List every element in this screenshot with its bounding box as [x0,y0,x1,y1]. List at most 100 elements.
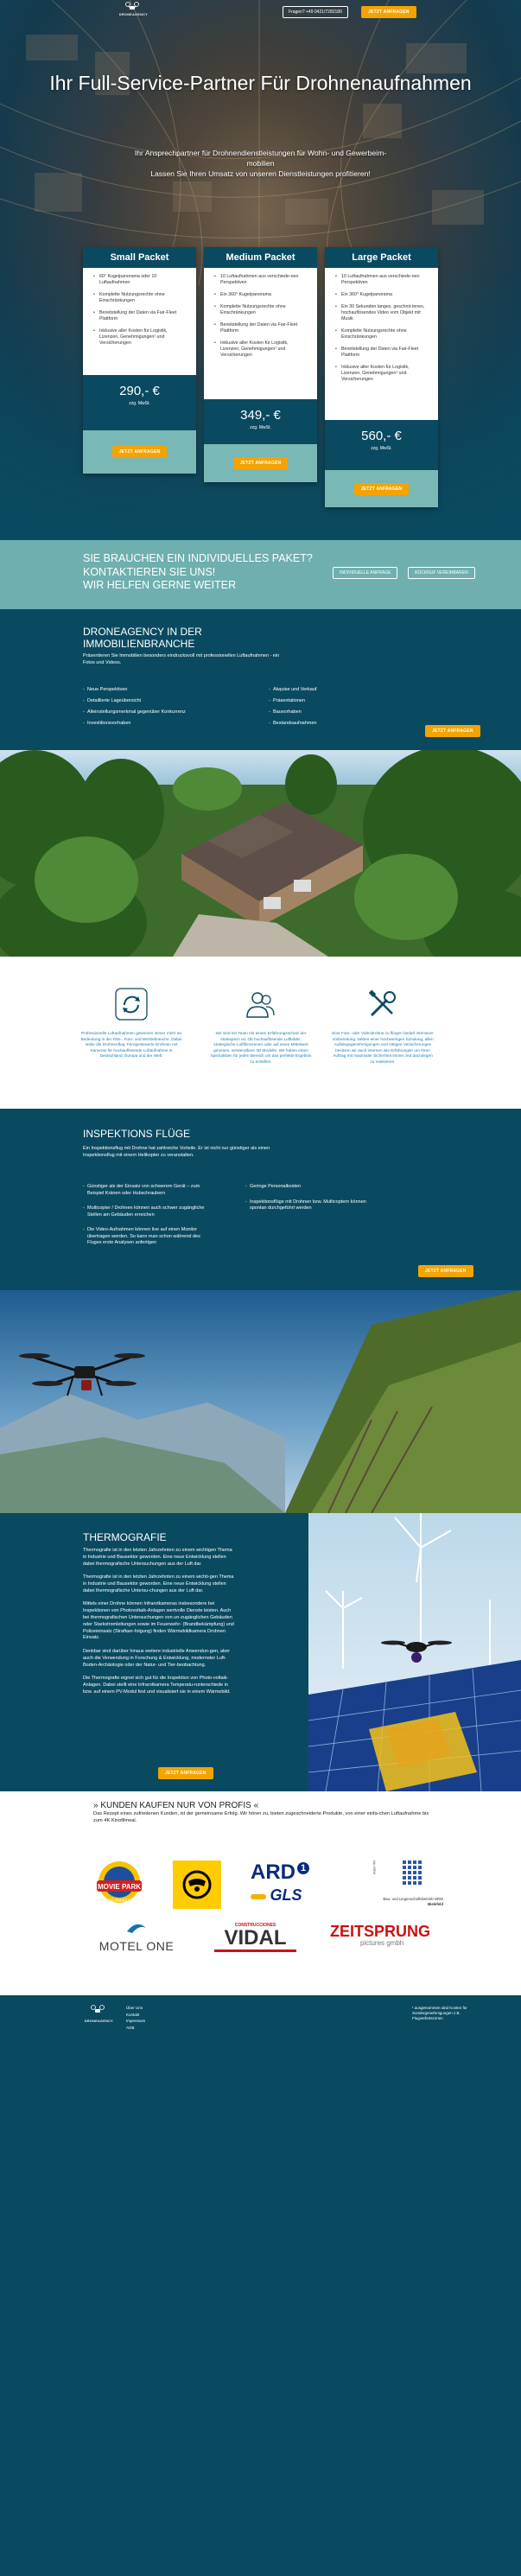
list-item: Präsentationen [269,698,316,704]
hero-section: DRONEAGENCY Fragen? +49 0421/7282180 JET… [0,0,521,540]
tools-icon [368,989,396,1017]
ard-logo: ARD 1 [251,1862,320,1883]
feature-text-preparation: Eine Foto- oder Videodrohne zu fliegen b… [332,1031,434,1064]
movie-park-subtext: GERMANY [108,1899,130,1904]
ard-gls-logos: ARD 1 GLS [251,1862,320,1905]
list-item: Die Video-Aufnahmen können live auf eine… [83,1227,213,1247]
paragraph: Die Thermografie eignet sich gut für die… [83,1676,231,1695]
pricing-feature: Komplette Nutzungsrechte ohne Einschränk… [214,304,307,316]
real-estate-request-button[interactable]: JETZT ANFRAGEN [425,725,480,737]
drone-illustration [0,1290,521,1513]
paragraph: Thermografie ist in den letzten Jahrzehn… [83,1574,234,1593]
price-box: 349,- € zzg. MwSt. [204,399,317,444]
site-logo[interactable]: DRONEAGENCY [119,2,149,16]
inspection-section: INSPEKTIONS FLÜGE Ein Inspektionsflug mi… [0,1109,521,1290]
real-estate-lead: Präsentieren Sie Immobilien besonders ei… [83,653,280,665]
hero-subtitle-line2: Lassen Sie Ihren Umsatz von unseren Dien… [150,169,371,178]
pricing-small-request-button[interactable]: JETZT ANFRAGEN [111,446,168,458]
pricing-feature: Komplette Nutzungsrechte ohne Einschränk… [93,292,186,304]
callback-button[interactable]: RÜCKRUF VEREINBAREN [408,567,475,579]
zeitsprung-word: ZEITSPRUNG [330,1923,431,1940]
pricing-medium-request-button[interactable]: JETZT ANFRAGEN [232,457,289,469]
team-icon [246,992,275,1018]
zeitsprung-subtext: pictures gmbh [360,1939,404,1947]
pricing-card-title: Medium Packet [204,247,317,268]
pricing-card-medium: Medium Packet 10 Luftaufnahmen aus versc… [204,247,317,482]
zeitsprung-text: ZEITSPRUNG [330,1924,434,1939]
footer-link-imprint[interactable]: Impressum [126,2018,145,2025]
customers-lead: Das Rezept eines zufriedenen Kunden, ist… [93,1811,429,1823]
pricing-feature: Bereitstellung der Daten via Fair-Fleet … [335,347,428,359]
footer-note: ¹ ausgenommen sind Kosten für Sondergene… [412,2006,467,2020]
customers-title: » KUNDEN KAUFEN NUR VON PROFIS « [93,1801,259,1810]
list-item: Neue Perspektiven [83,687,186,693]
house-aerial-photo [0,750,521,957]
feature-text-team: Wir sind ein Team mit einem Erfahrungssc… [210,1031,312,1064]
pricing-card-small: Small Packet 60° Kugelpanorama oder 10 L… [83,247,196,474]
pricing-feature-list: 60° Kugelpanorama oder 10 Luftaufnahmen … [83,268,196,347]
price-note: zzg. MwSt. [371,446,392,451]
pricing-large-request-button[interactable]: JETZT ANFRAGEN [353,483,410,495]
features-section: Professionelle Luftaufnahmen gewinnen im… [0,957,521,1109]
footer-logo[interactable]: DRONEAGENCY [85,2004,114,2023]
price-box: 290,- € zzg. MwSt. [83,375,196,430]
individual-line2: KONTAKTIEREN SIE UNS! [83,565,216,578]
price-value: 349,- € [240,408,281,423]
top-bar: DRONEAGENCY Fragen? +49 0421/7282180 JET… [0,0,521,24]
pricing-feature: Inklusive aller Kosten für Logistik, Liz… [335,365,428,383]
list-item: Detaillierte Lageübersicht [83,698,186,704]
paragraph: Thermografie ist in den letzten Jahrzehn… [83,1548,232,1567]
blb-city: Bielefeld [428,1902,443,1906]
house-illustration [0,750,521,957]
list-item: Investitionsvorhaben [83,721,186,727]
real-estate-list-right: Akquise und Verkauf Präsentationen Bauvo… [269,687,316,732]
pricing-feature: Ein 30 Sekunden langes, geschnit-tenes, … [335,304,428,322]
footer-link-about[interactable]: Über Uns [126,2005,145,2012]
footer-logo-text: DRONEAGENCY [85,2019,114,2023]
pricing-feature: Bereitstellung der Daten via Fair-Fleet … [214,322,307,334]
ard-text: ARD [251,1860,295,1884]
price-value: 290,- € [119,384,160,398]
phone-button[interactable]: Fragen? +49 0421/7282180 [283,6,348,18]
footer-link-contact[interactable]: Kontakt [126,2012,145,2019]
price-box: 560,- € zzg. MwSt. [325,420,438,470]
list-item: Geringe Personalkosten [245,1184,375,1191]
real-estate-title-line2: IMMOBILIENBRANCHE [83,638,195,650]
hero-title: Ihr Full-Service-Partner Für Drohnenaufn… [49,72,472,94]
pricing-card-footer: JETZT ANFRAGEN [204,444,317,482]
thermography-text: Thermografie ist in den letzten Jahrzehn… [83,1548,237,1702]
gls-logo: GLS [251,1886,320,1905]
inspection-request-button[interactable]: JETZT ANFRAGEN [418,1265,473,1277]
footer: DRONEAGENCY Über Uns Kontakt Impressum A… [0,1995,521,2036]
hero-subtitle-line1: Ihr Ansprechpartner für Drohnendienstlei… [134,149,387,168]
list-item: Bauvorhaben [269,709,316,716]
individual-line3: WIR HELFEN GERNE WEITER [83,579,237,591]
footer-links: Über Uns Kontakt Impressum AGB [126,2005,145,2031]
header-request-button[interactable]: JETZT ANFRAGEN [361,6,416,18]
inspection-list-right: Geringe Personalkosten Inspektionsflüge … [245,1184,375,1221]
individual-request-button[interactable]: INDIVIDUELLE ANFRAGE [333,567,398,579]
pricing-feature: Ein 360° Kugelpanorama [214,292,307,298]
thermography-title: THERMOGRAFIE [83,1531,167,1543]
real-estate-title-line1: DRONEAGENCY IN DER [83,626,202,638]
logo-text: DRONEAGENCY [119,13,149,16]
list-item: Bestandsaufnahmen [269,721,316,727]
customers-section: » KUNDEN KAUFEN NUR VON PROFIS « Das Rez… [0,1791,521,1995]
list-item: Inspektionsflüge mit Drohnen bzw. Multic… [245,1199,375,1212]
motel-one-swirl-icon [127,1924,146,1933]
inspection-list-left: Günstiger als der Einsatz von schwerem G… [83,1184,213,1256]
price-value: 560,- € [361,429,402,443]
movie-park-logo: MOVIE PARK GERMANY [97,1861,142,1904]
individual-packet-banner: SIE BRAUCHEN EIN INDIVIDUELLES PAKET? KO… [0,540,521,609]
real-estate-title: DRONEAGENCY IN DER IMMOBILIENBRANCHE [83,626,202,650]
footer-link-terms[interactable]: AGB [126,2025,145,2032]
gls-swoosh-icon [251,1893,266,1899]
list-item: Günstiger als der Einsatz von schwerem G… [83,1184,213,1197]
ard-one-icon: 1 [297,1862,309,1874]
vidal-logo: CONSTRUCCIONES VIDAL [214,1923,296,1952]
thermography-request-button[interactable]: JETZT ANFRAGEN [158,1767,213,1779]
drone-logo-icon [91,2005,105,2013]
motel-one-text: MOTEL ONE [98,1939,175,1953]
vidal-text: VIDAL [224,1926,287,1949]
individual-line1: SIE BRAUCHEN EIN INDIVIDUELLES PAKET? [83,552,313,564]
